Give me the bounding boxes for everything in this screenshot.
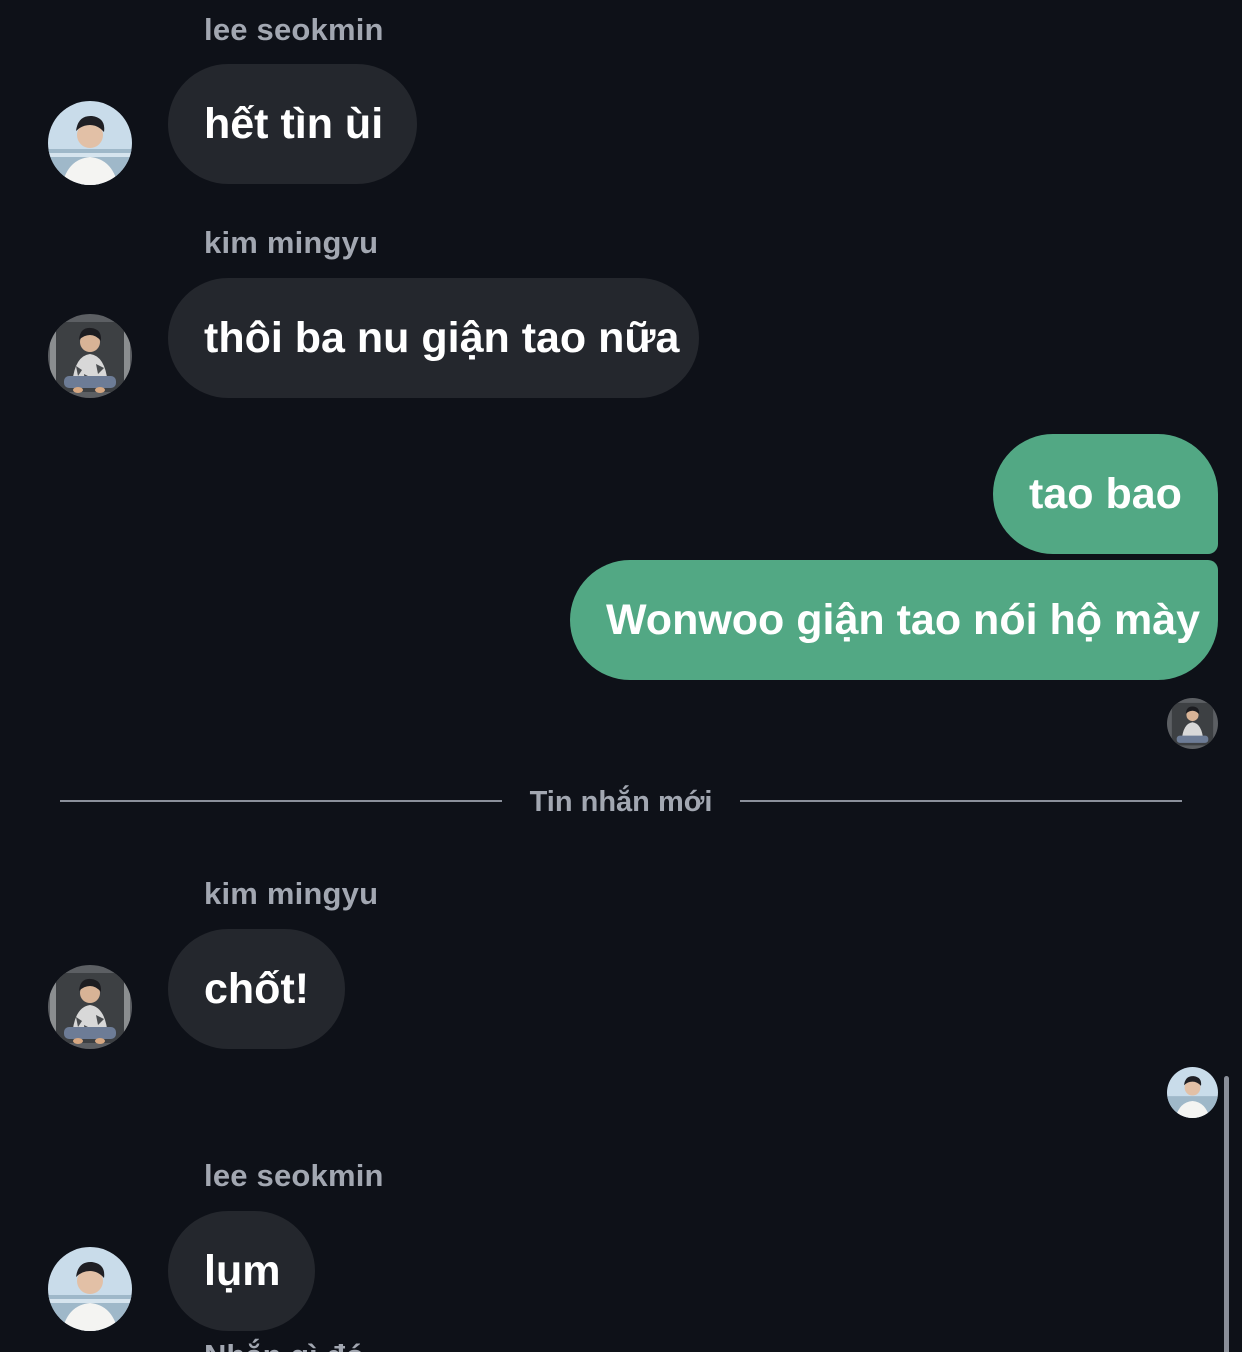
avatar-seokmin-icon[interactable]	[48, 101, 132, 185]
divider-line-left	[60, 800, 502, 802]
avatar-mingyu-icon[interactable]	[48, 965, 132, 1049]
message-text: hết tìn ùi	[204, 100, 384, 148]
read-receipt-seokmin-icon	[1167, 1067, 1218, 1118]
new-messages-divider-label: Tin nhắn mới	[529, 786, 713, 818]
read-receipt-mingyu-icon	[1167, 698, 1218, 749]
partial-next-text: Nhắn gì đó…	[204, 1338, 395, 1352]
message-text: tao bao	[1029, 470, 1182, 518]
message-text: chốt!	[204, 965, 310, 1013]
sender-name: lee seokmin	[204, 12, 384, 47]
message-text: lụm	[204, 1247, 281, 1295]
sender-name: kim mingyu	[204, 876, 379, 911]
chat-screen: lee seokmin hết tìn ùi kim mingyu thôi b…	[0, 0, 1242, 1352]
avatar-mingyu-icon[interactable]	[48, 314, 132, 398]
outgoing-message-bubble[interactable]: Wonwoo giận tao nói hộ mày	[570, 560, 1218, 680]
message-bubble[interactable]: chốt!	[168, 929, 345, 1049]
avatar-seokmin-icon[interactable]	[48, 1247, 132, 1331]
message-text: thôi ba nu giận tao nữa	[204, 314, 680, 362]
divider-line-right	[740, 800, 1182, 802]
message-bubble[interactable]: lụm	[168, 1211, 315, 1331]
message-bubble[interactable]: hết tìn ùi	[168, 64, 417, 184]
scrollbar[interactable]	[1224, 1076, 1229, 1352]
sender-name: kim mingyu	[204, 225, 379, 260]
message-bubble[interactable]: thôi ba nu giận tao nữa	[168, 278, 699, 398]
sender-name: lee seokmin	[204, 1158, 384, 1193]
outgoing-message-bubble[interactable]: tao bao	[993, 434, 1218, 554]
message-text: Wonwoo giận tao nói hộ mày	[606, 596, 1201, 644]
